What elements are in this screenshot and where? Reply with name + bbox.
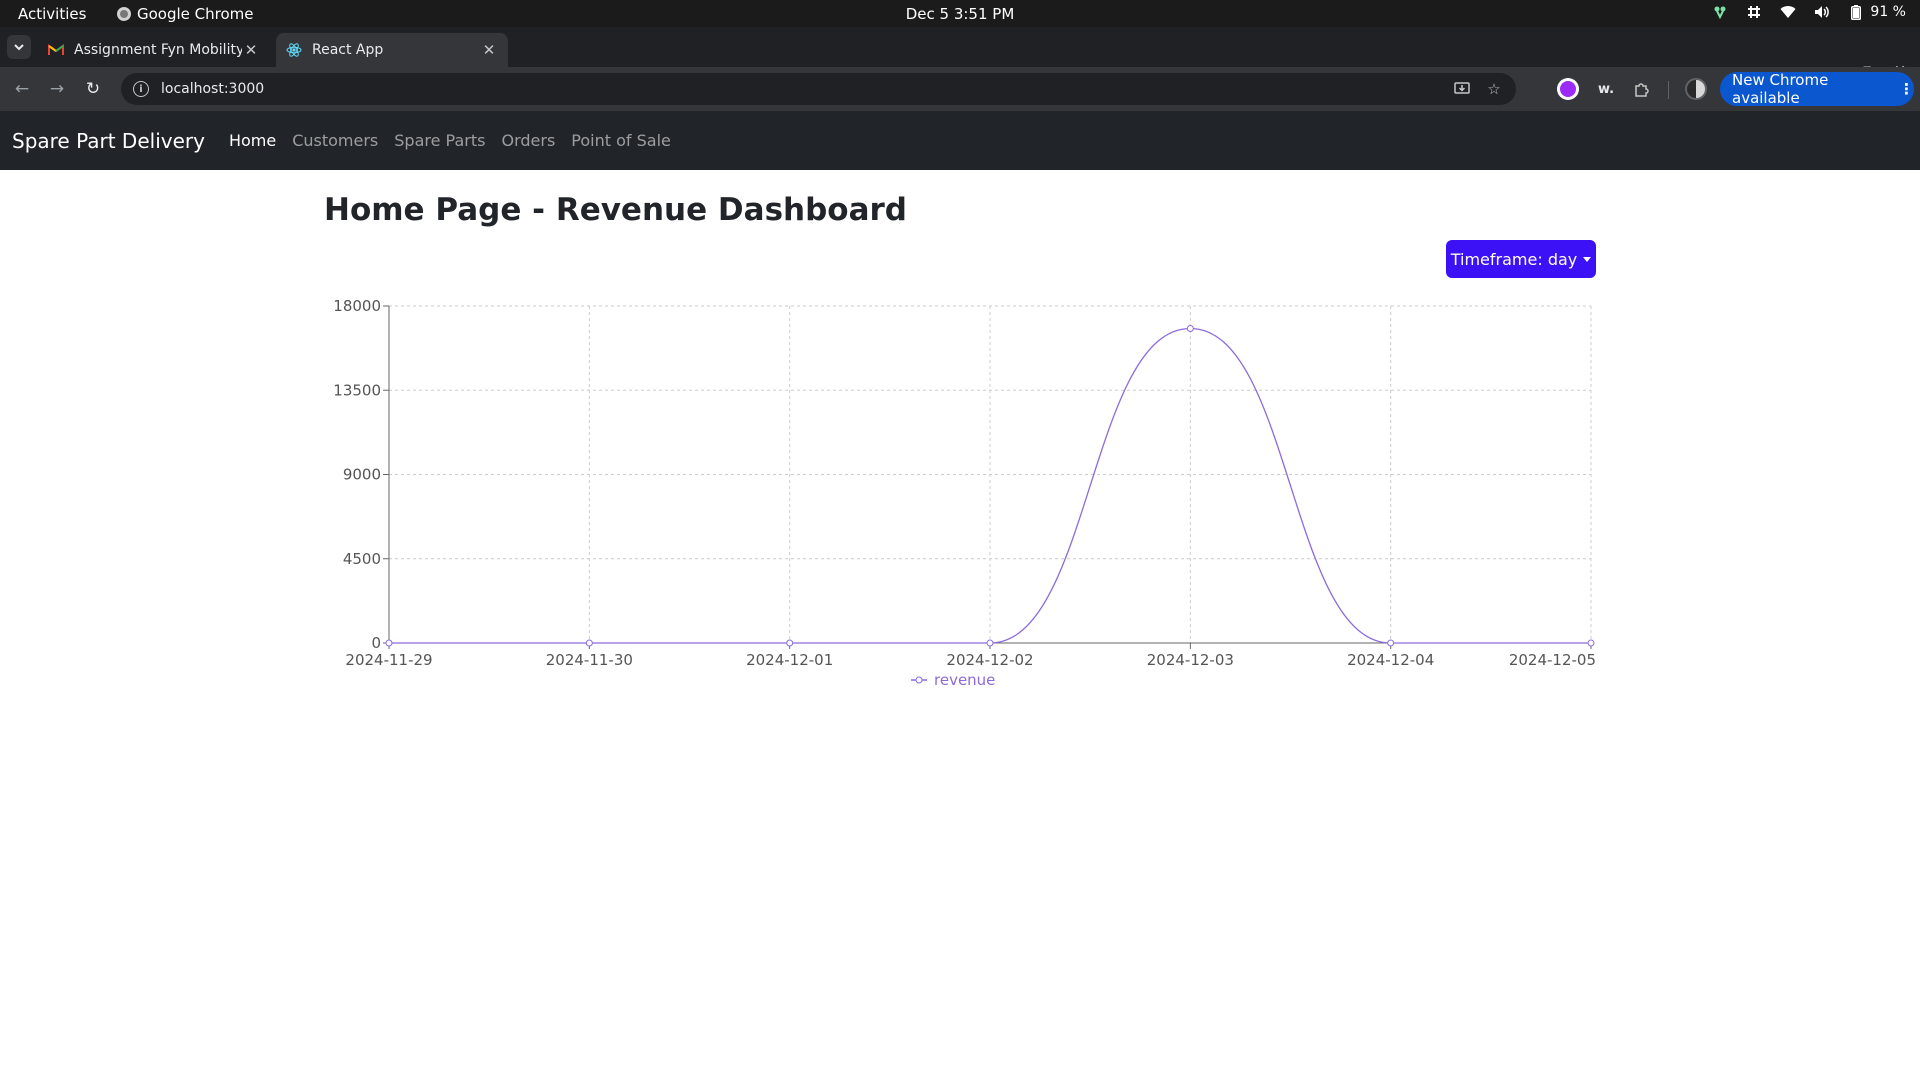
x-tick-label: 2024-11-30 [546,651,633,669]
volume-icon[interactable] [1814,4,1830,20]
y-tick-label: 18000 [333,297,381,315]
x-tick-label: 2024-12-01 [746,651,833,669]
clock[interactable]: Dec 5 3:51 PM [0,5,1920,23]
new-chrome-available-button[interactable]: New Chrome available ⋮ [1720,71,1914,107]
nav-link-spare-parts[interactable]: Spare Parts [394,131,485,150]
timeframe-dropdown-button[interactable]: Timeframe: day [1446,240,1596,278]
data-point [385,639,393,647]
data-point [1387,639,1395,647]
toolbar-divider [1668,81,1669,99]
chevron-down-icon [14,43,24,50]
x-tick-label: 2024-12-04 [1347,651,1434,669]
y-tick-label: 0 [371,634,381,652]
y-tick-label: 4500 [343,550,381,568]
chrome-icon [117,7,131,21]
more-menu-icon[interactable]: ⋮ [1899,80,1914,98]
update-label: New Chrome available [1732,71,1829,107]
address-bar[interactable]: i localhost:3000 ☆ [121,73,1516,105]
x-tick-label: 2024-12-03 [1147,651,1234,669]
nav-link-home[interactable]: Home [229,131,276,150]
nav-link-point-of-sale[interactable]: Point of Sale [571,131,671,150]
battery-percentage: 91 % [1870,4,1906,20]
navbar-brand[interactable]: Spare Part Delivery [12,129,205,153]
legend-swatch-dot [915,676,923,684]
extension-purple-icon[interactable] [1557,78,1579,100]
x-tick-label: 2024-11-29 [345,651,432,669]
reload-icon[interactable]: ↻ [82,78,104,100]
slack-icon[interactable] [1746,4,1762,20]
activities-button[interactable]: Activities [18,5,86,23]
battery-icon[interactable] [1848,4,1864,20]
tab-assignment[interactable]: Assignment Fyn Mobility ✕ [38,33,270,67]
tab-title: Assignment Fyn Mobility [74,42,242,58]
data-point [1186,324,1194,332]
tab-title: React App [312,42,384,58]
back-icon[interactable]: ← [11,78,33,100]
page-title: Home Page - Revenue Dashboard [324,192,907,228]
gmail-icon [48,42,64,58]
nav-link-customers[interactable]: Customers [292,131,378,150]
network-manager-icon[interactable] [1712,4,1728,20]
forward-icon[interactable]: → [46,78,68,100]
revenue-line-chart: 0 4500 9000 13500 18000 2024-11-29 2024-11-30 2… [333,297,1596,689]
data-point [786,639,794,647]
caret-down-icon [1583,256,1592,262]
bookmark-star-icon[interactable]: ☆ [1484,79,1504,99]
tab-search-button[interactable] [7,35,31,59]
extension-w-icon[interactable]: w. [1595,78,1617,100]
profile-avatar[interactable] [1685,78,1707,100]
y-tick-label: 13500 [333,381,381,399]
install-app-icon[interactable] [1452,79,1472,99]
react-icon [286,42,302,58]
site-info-icon[interactable]: i [133,81,149,97]
app-menu-label: Google Chrome [137,5,254,23]
data-point [1587,639,1595,647]
address-text[interactable]: localhost:3000 [161,81,1452,97]
close-tab-icon[interactable]: ✕ [242,41,260,59]
nav-link-orders[interactable]: Orders [501,131,555,150]
data-point [986,639,994,647]
tab-strip: Assignment Fyn Mobility ✕ React App ✕ + … [0,27,1920,86]
wifi-icon[interactable] [1780,4,1796,20]
y-tick-label: 9000 [343,466,381,484]
app-menu[interactable]: Google Chrome [117,5,254,23]
system-top-bar: Activities Google Chrome Dec 5 3:51 PM 9… [0,0,1920,27]
close-tab-icon[interactable]: ✕ [480,41,498,59]
legend-label: revenue [934,671,995,689]
data-point [585,639,593,647]
x-tick-label: 2024-12-02 [946,651,1033,669]
system-tray[interactable]: 91 % [1712,4,1906,20]
tab-react-app[interactable]: React App ✕ [276,33,508,67]
browser-toolbar: ← → ↻ i localhost:3000 ☆ w. New Chrome a… [0,67,1920,111]
app-navbar: Spare Part Delivery Home Customers Spare… [0,111,1920,170]
extensions-puzzle-icon[interactable] [1631,78,1653,100]
timeframe-label: Timeframe: day [1450,249,1578,269]
x-tick-label: 2024-12-05 [1509,651,1596,669]
